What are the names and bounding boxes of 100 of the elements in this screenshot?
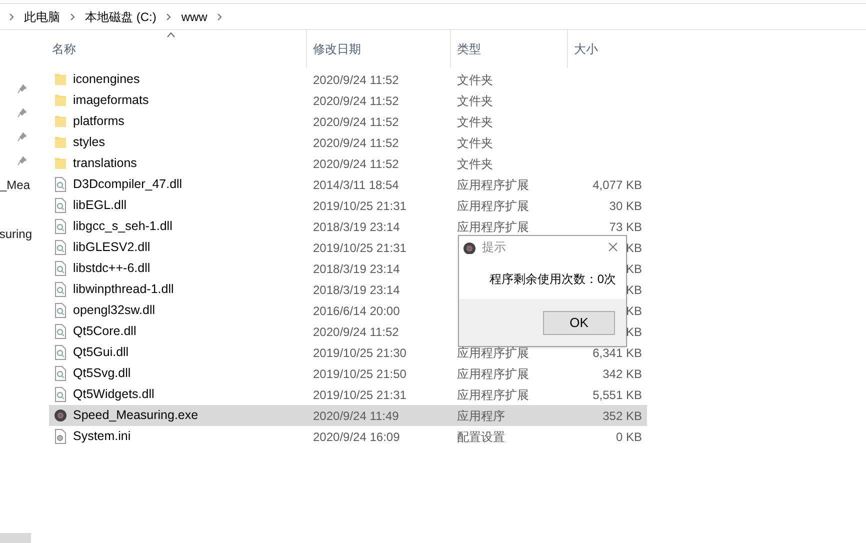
column-header[interactable]: 修改日期 <box>306 30 450 68</box>
scrollbar[interactable] <box>0 533 31 543</box>
size-cell: 6,341 KB <box>592 346 642 360</box>
pin-icon <box>17 132 27 142</box>
file-name: Qt5Core.dll <box>73 323 136 340</box>
column-header[interactable]: 名称 <box>36 30 306 68</box>
size-cell: KB <box>626 282 642 296</box>
date-cell: 2019/10/25 21:31 <box>313 198 406 212</box>
size-cell: 342 KB <box>602 366 642 380</box>
type-cell: 应用程序扩展 <box>457 366 529 380</box>
size-cell: 30 KB <box>609 198 642 212</box>
type-cell: 应用程序扩展 <box>457 388 529 402</box>
type-cell: 配置设置 <box>457 430 505 444</box>
app-icon <box>54 408 67 423</box>
column-header[interactable]: 大小 <box>567 30 644 68</box>
folder-icon <box>54 135 67 150</box>
date-cell: 2020/9/24 11:52 <box>313 136 399 150</box>
type-cell: 文件夹 <box>457 72 493 86</box>
file-name: libEGL.dll <box>73 197 126 214</box>
chevron-icon <box>216 12 224 22</box>
file-name: Qt5Gui.dll <box>73 344 129 362</box>
file-icon <box>54 387 67 402</box>
type-cell: 文件夹 <box>457 136 493 150</box>
date-cell: 2020/9/24 11:49 <box>313 408 399 422</box>
date-cell: 2020/9/24 11:52 <box>313 72 399 86</box>
size-cell: KB <box>626 304 642 318</box>
pin-icon <box>17 108 27 118</box>
folder-icon <box>54 114 67 129</box>
file-name: iconengines <box>73 71 140 88</box>
type-cell: 应用程序扩展 <box>457 178 529 192</box>
folder-icon <box>54 93 67 108</box>
date-cell: 2020/9/24 11:52 <box>313 324 399 338</box>
file-name: translations <box>73 155 137 172</box>
column-header[interactable]: 类型 <box>450 30 567 68</box>
file-icon <box>54 198 67 213</box>
file-icon <box>54 240 67 255</box>
nav-item[interactable]: suring <box>0 225 32 243</box>
file-name: libwinpthread-1.dll <box>73 281 174 298</box>
type-cell: 应用程序扩展 <box>457 220 529 234</box>
file-icon <box>54 324 67 339</box>
size-cell: KB <box>626 240 642 254</box>
date-cell: 2018/3/19 23:14 <box>313 220 400 234</box>
date-cell: 2020/9/24 11:52 <box>313 94 399 108</box>
file-name: libGLESV2.dll <box>73 239 150 256</box>
file-name: opengl32sw.dll <box>73 302 156 320</box>
file-icon <box>54 303 67 318</box>
size-cell: 4,077 KB <box>592 178 642 192</box>
file-name: Speed_Measuring.exe <box>73 407 198 424</box>
file-icon <box>54 219 67 234</box>
file-icon <box>54 345 67 360</box>
breadcrumb-item[interactable]: www <box>180 8 208 26</box>
type-cell: 应用程序 <box>457 408 505 422</box>
dialog-title: 提示 <box>482 239 507 256</box>
settings-file-icon <box>54 429 67 444</box>
chevron-icon <box>69 12 76 22</box>
type-cell: 文件夹 <box>457 114 493 128</box>
type-cell: 应用程序扩展 <box>457 198 529 212</box>
size-cell: KB <box>626 262 642 276</box>
nav-item[interactable]: _Mea <box>0 176 30 194</box>
file-name: System.ini <box>73 428 131 446</box>
date-cell: 2019/10/25 21:30 <box>313 346 406 360</box>
date-cell: 2019/10/25 21:31 <box>313 240 406 254</box>
breadcrumb-item[interactable]: 本地磁盘 (C:) <box>84 8 158 26</box>
file-icon <box>54 177 67 192</box>
date-cell: 2014/3/11 18:54 <box>313 178 399 192</box>
size-cell: 352 KB <box>602 408 642 422</box>
file-icon <box>54 282 67 297</box>
file-name: Qt5Svg.dll <box>73 365 131 382</box>
size-cell: 73 KB <box>609 220 642 234</box>
chevron-icon <box>165 12 172 22</box>
date-cell: 2020/9/24 16:09 <box>313 430 400 444</box>
pin-icon <box>17 84 27 94</box>
date-cell: 2020/9/24 11:52 <box>313 114 399 128</box>
breadcrumb-item[interactable]: 此电脑 <box>23 8 61 26</box>
file-name: libgcc_s_seh-1.dll <box>73 218 172 236</box>
close-icon <box>608 242 618 252</box>
ok-button[interactable]: OK <box>543 310 615 334</box>
dialog-message: 程序剩余使用次数：0次 <box>489 270 616 288</box>
file-name: styles <box>73 134 105 152</box>
selected-row[interactable]: Speed_Measuring.exe 2020/9/24 11:49 应用程序 352 KB <box>49 405 647 426</box>
pin-icon <box>17 156 27 166</box>
file-name: imageformats <box>73 92 149 110</box>
date-cell: 2019/10/25 21:31 <box>313 388 406 402</box>
file-name: D3Dcompiler_47.dll <box>73 176 182 194</box>
date-cell: 2019/10/25 21:50 <box>313 366 406 380</box>
date-cell: 2016/6/14 20:00 <box>313 304 400 318</box>
file-name: platforms <box>73 113 124 130</box>
folder-icon <box>54 156 67 171</box>
date-cell: 2018/3/19 23:14 <box>313 262 400 276</box>
date-cell: 2018/3/19 23:14 <box>313 282 400 296</box>
size-cell: 5,551 KB <box>592 388 642 402</box>
date-cell: 2020/9/24 11:52 <box>313 156 399 170</box>
file-name: Qt5Widgets.dll <box>73 386 154 404</box>
file-icon <box>54 366 67 381</box>
size-cell: KB <box>626 324 642 338</box>
type-cell: 文件夹 <box>457 94 493 108</box>
app-icon <box>463 240 476 254</box>
file-icon <box>54 261 67 276</box>
folder-icon <box>54 72 67 87</box>
chevron-icon <box>8 12 15 22</box>
